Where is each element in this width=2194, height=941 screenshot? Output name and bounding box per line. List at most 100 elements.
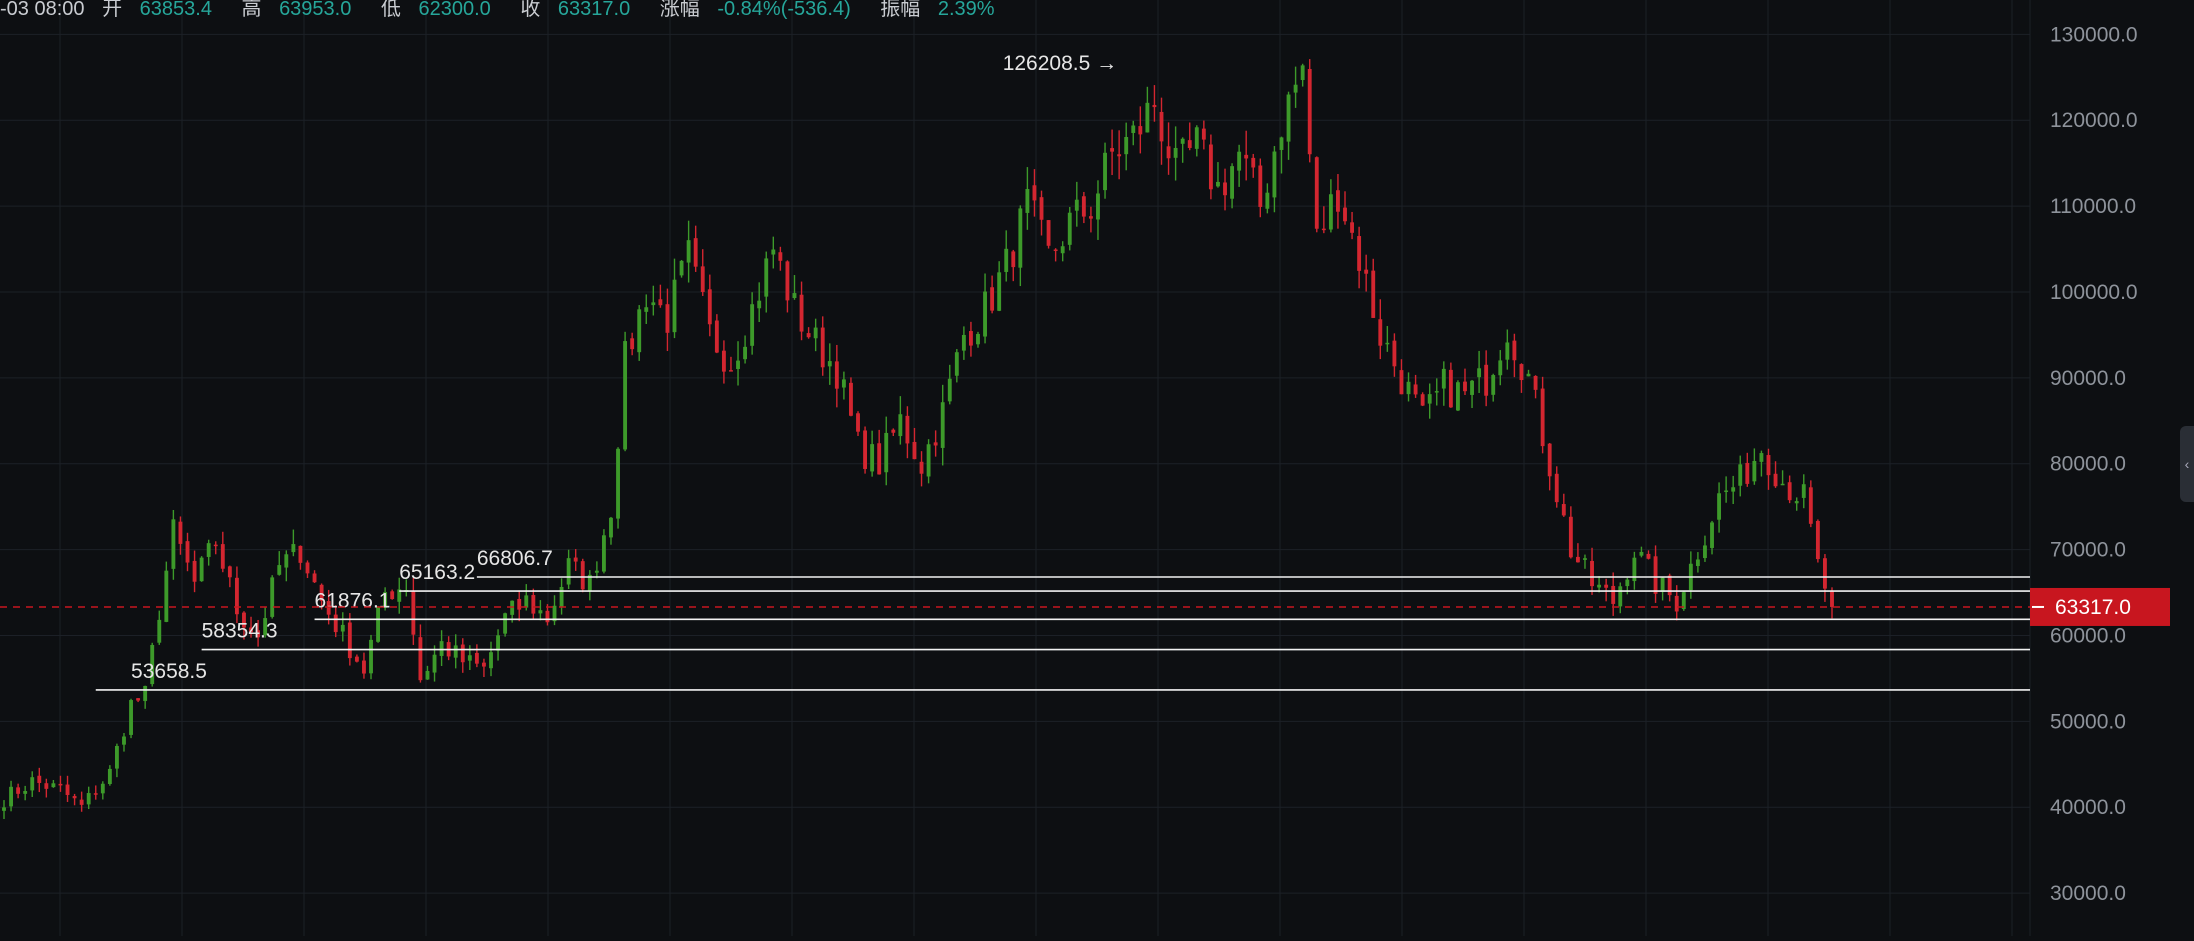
close-value: 63317.0: [557, 0, 631, 20]
candle-body: [785, 261, 790, 301]
candle-body: [954, 352, 959, 376]
candle-body: [827, 361, 832, 367]
change-label: 涨幅: [659, 0, 700, 20]
candle-body: [1618, 586, 1623, 607]
candle-body: [1448, 369, 1453, 408]
candle-body: [630, 338, 635, 350]
bar-time: -03 08:00: [0, 0, 85, 20]
candle-body: [729, 370, 733, 372]
y-tick-label: 60000.0: [2050, 624, 2126, 647]
candle-body: [1597, 584, 1602, 588]
candle-body: [609, 517, 613, 538]
candle-body: [566, 558, 571, 585]
candle-body: [1067, 212, 1072, 245]
candle-body: [1032, 185, 1037, 201]
candle-body: [1611, 585, 1616, 604]
candle-body: [1498, 360, 1503, 376]
level-annotation-label: 53658.5: [131, 660, 207, 683]
candle-body: [1731, 487, 1736, 492]
collapse-panel-icon[interactable]: ‹: [2180, 426, 2194, 502]
candle-body: [665, 304, 670, 333]
candle-body: [1018, 208, 1023, 268]
candle-body: [227, 566, 232, 578]
candle-body: [270, 577, 275, 617]
candle-body: [1533, 375, 1538, 390]
candle-body: [9, 786, 13, 807]
candle-body: [16, 787, 21, 794]
candle-body: [453, 645, 458, 658]
candle-body: [1441, 368, 1446, 389]
candle-body: [1724, 490, 1729, 492]
candle-body: [1166, 146, 1171, 159]
candle-body: [1815, 520, 1820, 560]
candle-body: [1194, 127, 1199, 149]
candle-body: [1004, 248, 1009, 272]
high-annotation-label: 126208.5 →: [1003, 52, 1117, 75]
amplitude-value: 2.39%: [937, 0, 995, 20]
candle-body: [1526, 373, 1531, 377]
candle-body: [997, 272, 1002, 311]
candle-body: [1307, 68, 1312, 155]
candle-body: [1011, 251, 1016, 268]
candle-body: [1646, 553, 1651, 559]
candle-body: [933, 442, 938, 446]
high-value: 63953.0: [279, 0, 352, 20]
candle-body: [856, 413, 860, 432]
candle-body: [1568, 516, 1573, 558]
candle-body: [1208, 144, 1213, 190]
candle-body: [1364, 269, 1369, 274]
candle-body: [425, 670, 430, 680]
candle-body: [474, 652, 479, 664]
candle-body: [510, 600, 515, 615]
candle-body: [107, 768, 112, 784]
candle-body: [44, 783, 49, 789]
candle-body: [1088, 216, 1093, 219]
candle-body: [1766, 455, 1771, 476]
candle-body: [1808, 487, 1813, 524]
candle-body: [1710, 522, 1714, 548]
candle-body: [644, 307, 649, 312]
candle-body: [234, 577, 239, 615]
candle-body: [1477, 368, 1482, 378]
candle-body: [799, 294, 804, 332]
candle-body: [1455, 382, 1460, 411]
candle-body: [1293, 84, 1298, 93]
y-tick-label: 100000.0: [2050, 281, 2138, 304]
candle-body: [171, 519, 176, 569]
candle-body: [764, 258, 769, 297]
candle-body: [580, 561, 585, 590]
chart-canvas[interactable]: 130000.0 120000.0 110000.0 100000.0 90000.0 8…: [0, 0, 2194, 936]
close-label: 收: [520, 0, 541, 20]
candle-body: [1780, 483, 1785, 486]
y-tick-label: 90000.0: [2050, 367, 2126, 390]
candle-body: [870, 444, 875, 472]
candle-body: [905, 415, 910, 444]
y-tick-label: 80000.0: [2050, 453, 2126, 476]
amplitude-label: 振幅: [880, 0, 921, 20]
candle-body: [1399, 370, 1404, 395]
candle-body: [1604, 584, 1609, 588]
candle-body: [658, 299, 663, 306]
candle-body: [390, 591, 395, 600]
candle-body: [1752, 460, 1757, 482]
candle-body: [1484, 364, 1489, 396]
candle-body: [79, 799, 84, 805]
candle-body: [778, 252, 783, 261]
candle-body: [884, 432, 889, 473]
candle-body: [771, 249, 776, 255]
candle-body: [707, 289, 712, 325]
candle-body: [411, 590, 416, 635]
candle-body: [418, 637, 423, 681]
candle-body: [503, 613, 508, 634]
ohlc-info-bar: -03 08:00 开 63853.4 高 63953.0 低 62300.0 …: [0, 0, 1019, 20]
candle-body: [23, 791, 28, 794]
candlestick-chart[interactable]: 130000.0 120000.0 110000.0 100000.0 90000.0 8…: [0, 0, 2194, 936]
candle-body: [100, 783, 105, 794]
candle-body: [1124, 136, 1129, 155]
candle-body: [757, 300, 762, 309]
candle-body: [1265, 192, 1270, 209]
candle-body: [863, 430, 867, 469]
candle-body: [1025, 189, 1030, 213]
candle-body: [136, 698, 141, 701]
candle-body: [1420, 394, 1425, 406]
